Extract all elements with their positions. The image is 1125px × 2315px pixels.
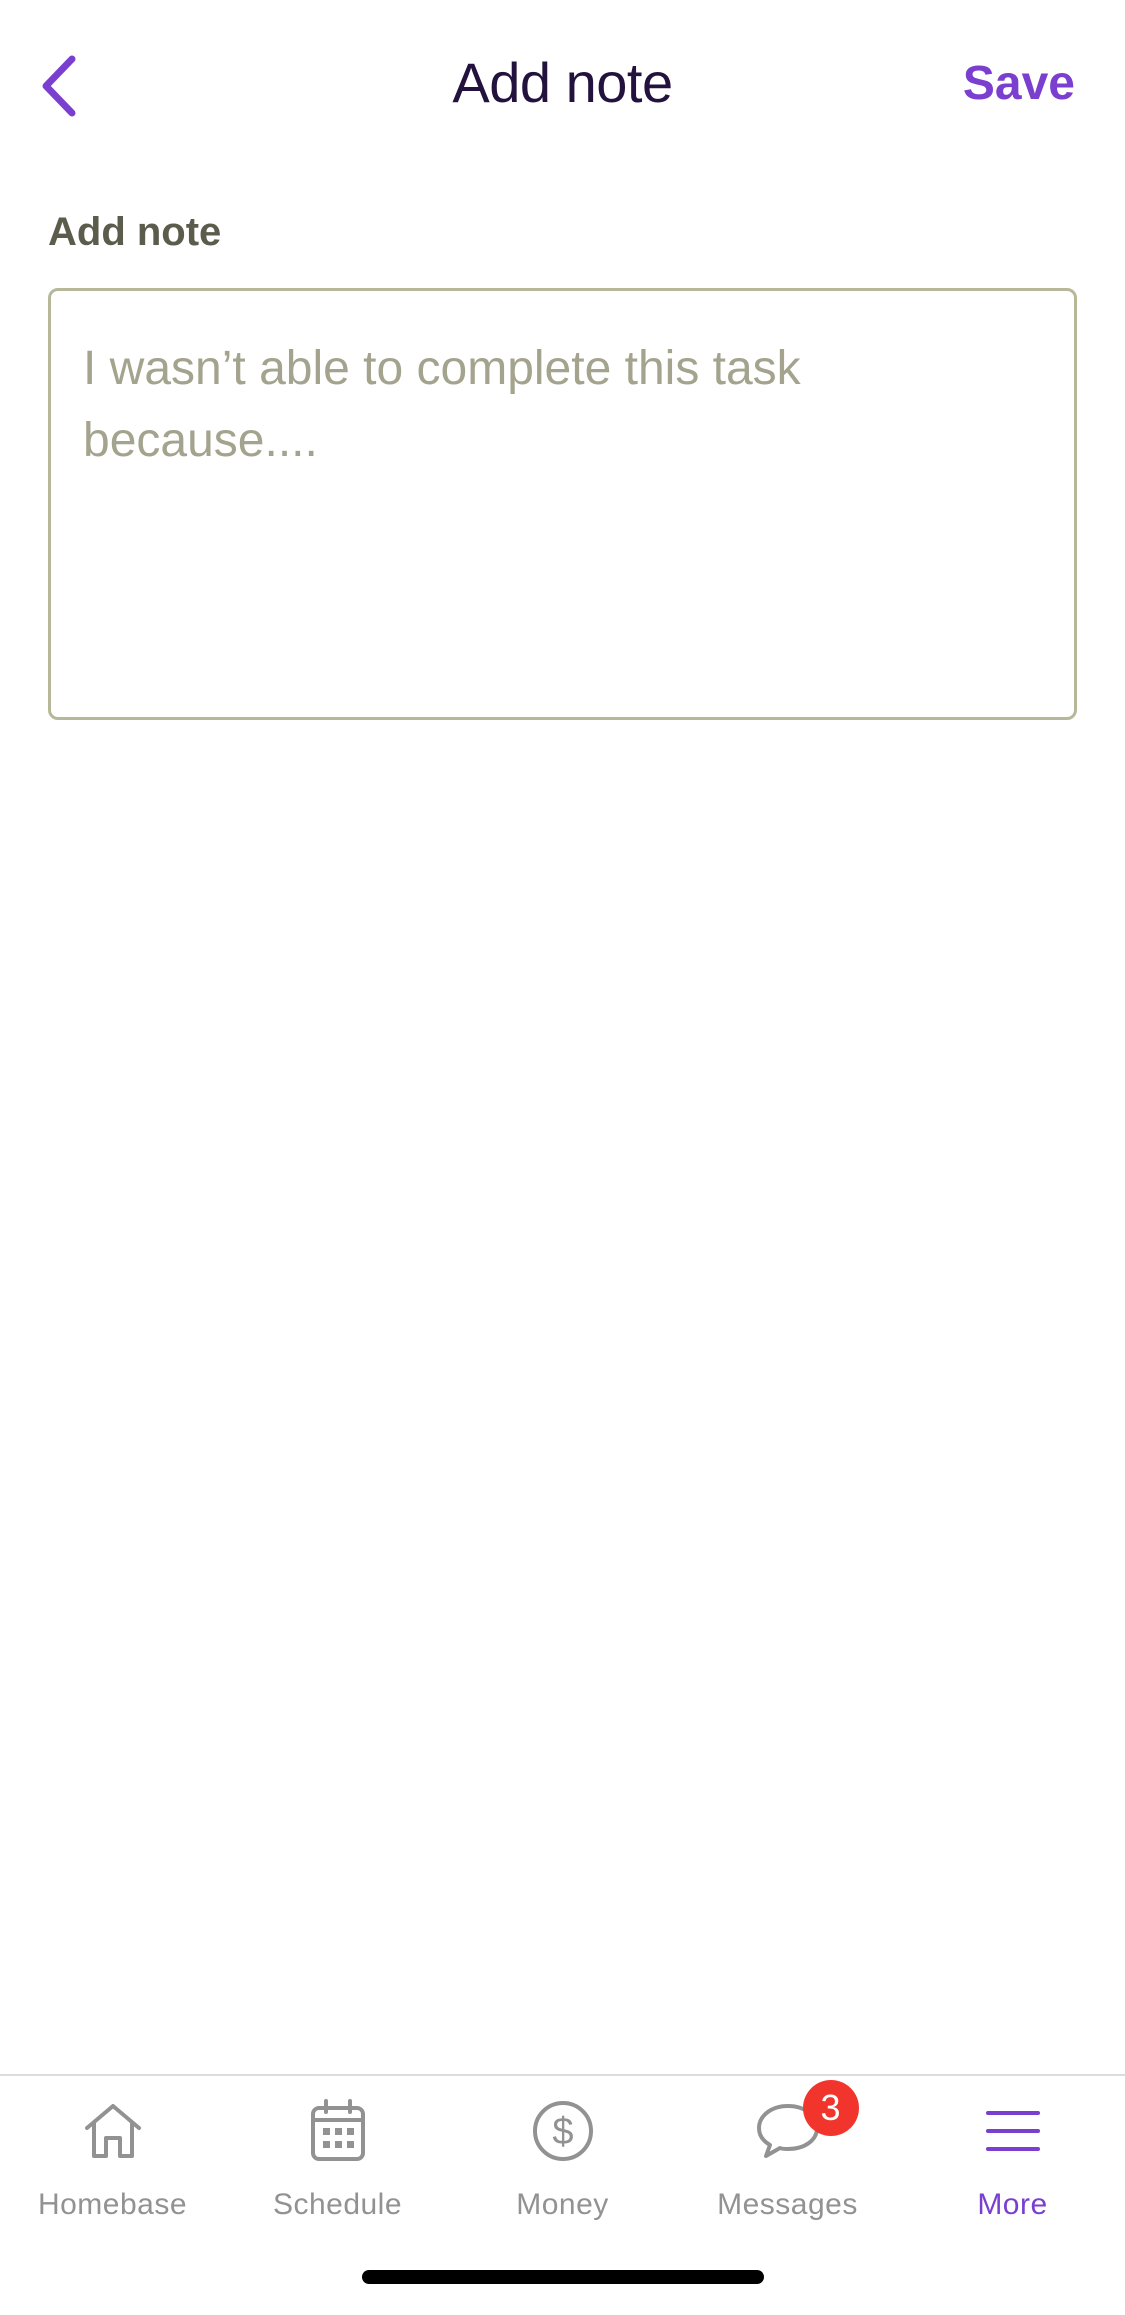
tab-money[interactable]: $ Money	[450, 2096, 675, 2246]
chevron-left-icon	[42, 55, 76, 117]
calendar-icon	[303, 2096, 373, 2166]
screen: Add note Save Add note Homebase	[0, 0, 1125, 2315]
tab-label: Messages	[717, 2188, 858, 2221]
nav-header: Add note Save	[0, 0, 1125, 170]
tab-homebase[interactable]: Homebase	[0, 2096, 225, 2246]
unread-badge: 3	[802, 2080, 859, 2136]
chat-bubble-icon: 3	[753, 2080, 859, 2166]
tab-more[interactable]: More	[900, 2096, 1125, 2246]
home-indicator	[362, 2270, 764, 2284]
save-button[interactable]: Save	[963, 56, 1075, 111]
tab-label: Schedule	[272, 2188, 403, 2221]
dollar-icon: $	[528, 2096, 598, 2166]
svg-text:$: $	[552, 2111, 573, 2153]
tab-messages[interactable]: 3 Messages	[675, 2080, 900, 2246]
house-icon	[78, 2096, 148, 2166]
tab-schedule[interactable]: Schedule	[225, 2096, 450, 2246]
menu-icon	[978, 2096, 1048, 2166]
page-title: Add note	[452, 51, 673, 114]
note-field-label: Add note	[48, 210, 222, 254]
tab-label: Homebase	[37, 2188, 188, 2221]
tab-label: More	[977, 2188, 1048, 2221]
tab-label: Money	[516, 2188, 609, 2221]
note-textarea[interactable]	[48, 288, 1077, 720]
back-button[interactable]	[18, 46, 98, 126]
